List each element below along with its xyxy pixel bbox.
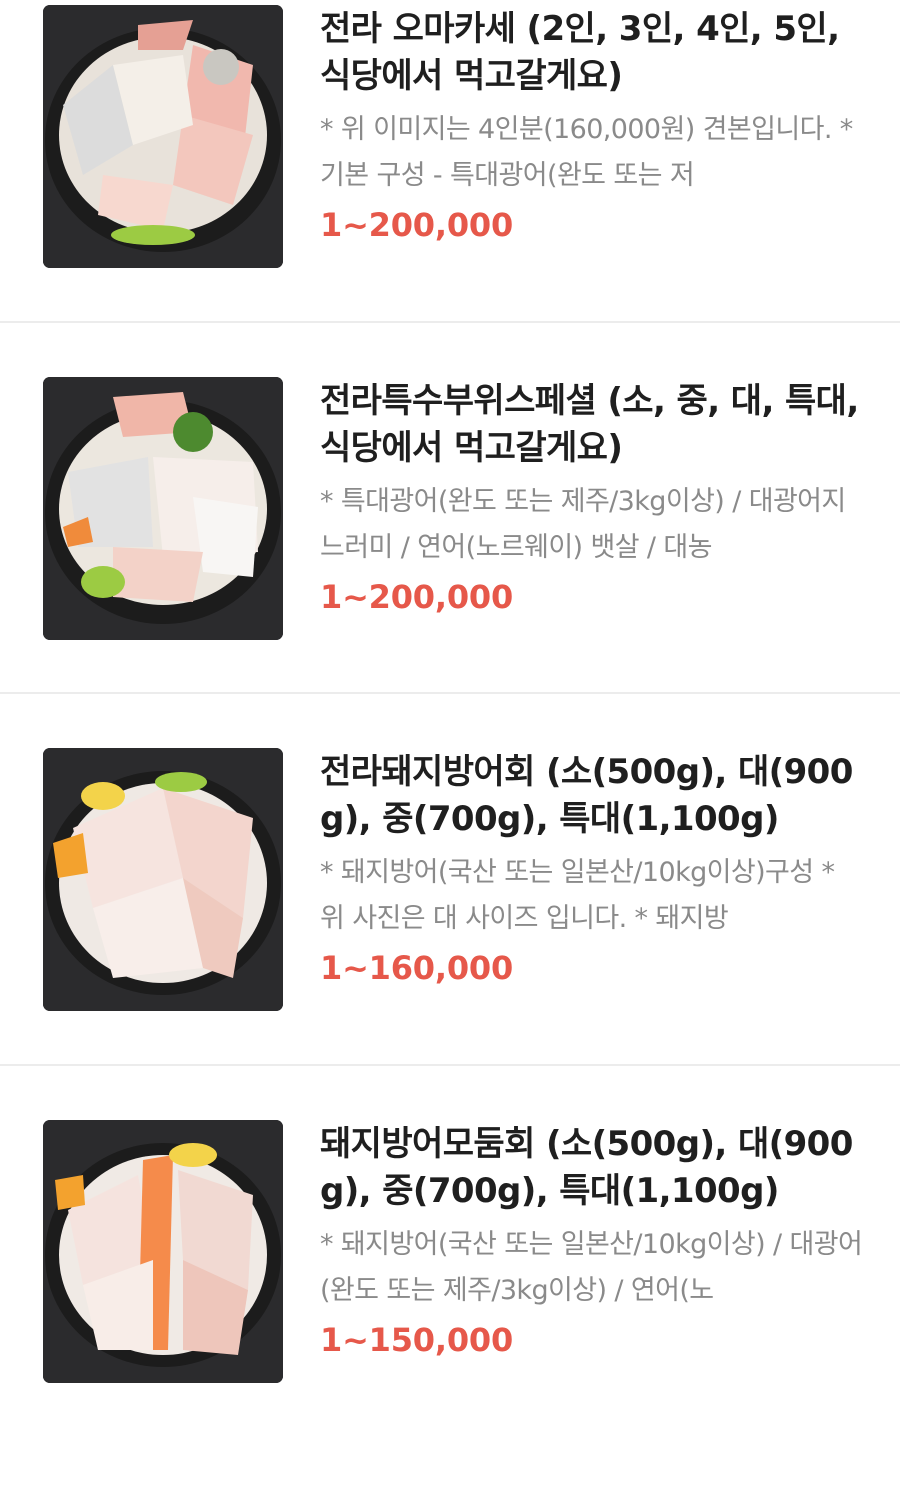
divider — [0, 692, 900, 694]
divider — [0, 321, 900, 323]
menu-item[interactable]: 전라돼지방어회 (소(500g), 대(900g), 중(700g), 특대(1… — [0, 743, 900, 1115]
sashimi-platter-image — [43, 5, 283, 268]
menu-item-info: 돼지방어모둠회 (소(500g), 대(900g), 중(700g), 특대(1… — [320, 1115, 865, 1360]
menu-item-price: 1~200,000 — [320, 206, 514, 244]
menu-item-name[interactable]: 돼지방어모둠회 (소(500g), 대(900g), 중(700g), 특대(1… — [320, 1115, 865, 1215]
menu-item-name[interactable]: 전라돼지방어회 (소(500g), 대(900g), 중(700g), 특대(1… — [320, 743, 865, 843]
menu-item[interactable]: 돼지방어모둠회 (소(500g), 대(900g), 중(700g), 특대(1… — [0, 1115, 900, 1487]
menu-item-description: * 돼지방어(국산 또는 일본산/10kg이상) / 대광어(완도 또는 제주/… — [320, 1229, 863, 1306]
menu-item-image[interactable] — [43, 1120, 283, 1383]
menu-item-description: * 특대광어(완도 또는 제주/3kg이상) / 대광어지느러미 / 연어(노르… — [320, 486, 846, 563]
menu-item-image[interactable] — [43, 748, 283, 1011]
menu-item-price: 1~160,000 — [320, 949, 514, 987]
menu-item-image[interactable] — [43, 377, 283, 640]
menu-item-info: 전라특수부위스페셜 (소, 중, 대, 특대, 식당에서 먹고갈게요) * 특대… — [320, 372, 865, 617]
menu-item-description: * 돼지방어(국산 또는 일본산/10kg이상)구성 * 위 사진은 대 사이즈… — [320, 857, 835, 934]
menu-item-name[interactable]: 전라 오마카세 (2인, 3인, 4인, 5인, 식당에서 먹고갈게요) — [320, 0, 865, 100]
sashimi-platter-image — [43, 748, 283, 1011]
menu-item-price: 1~200,000 — [320, 578, 514, 616]
menu-item[interactable]: 전라 오마카세 (2인, 3인, 4인, 5인, 식당에서 먹고갈게요) * 위… — [0, 0, 900, 372]
menu-item-info: 전라돼지방어회 (소(500g), 대(900g), 중(700g), 특대(1… — [320, 743, 865, 988]
divider — [0, 1064, 900, 1066]
menu-item[interactable]: 전라특수부위스페셜 (소, 중, 대, 특대, 식당에서 먹고갈게요) * 특대… — [0, 372, 900, 744]
menu-item-description: * 위 이미지는 4인분(160,000원) 견본입니다. * 기본 구성 - … — [320, 114, 853, 191]
sashimi-platter-image — [43, 1120, 283, 1383]
sashimi-platter-image — [43, 377, 283, 640]
menu-item-info: 전라 오마카세 (2인, 3인, 4인, 5인, 식당에서 먹고갈게요) * 위… — [320, 0, 865, 245]
menu-item-name[interactable]: 전라특수부위스페셜 (소, 중, 대, 특대, 식당에서 먹고갈게요) — [320, 372, 865, 472]
menu-item-image[interactable] — [43, 5, 283, 268]
menu-item-price: 1~150,000 — [320, 1321, 514, 1359]
